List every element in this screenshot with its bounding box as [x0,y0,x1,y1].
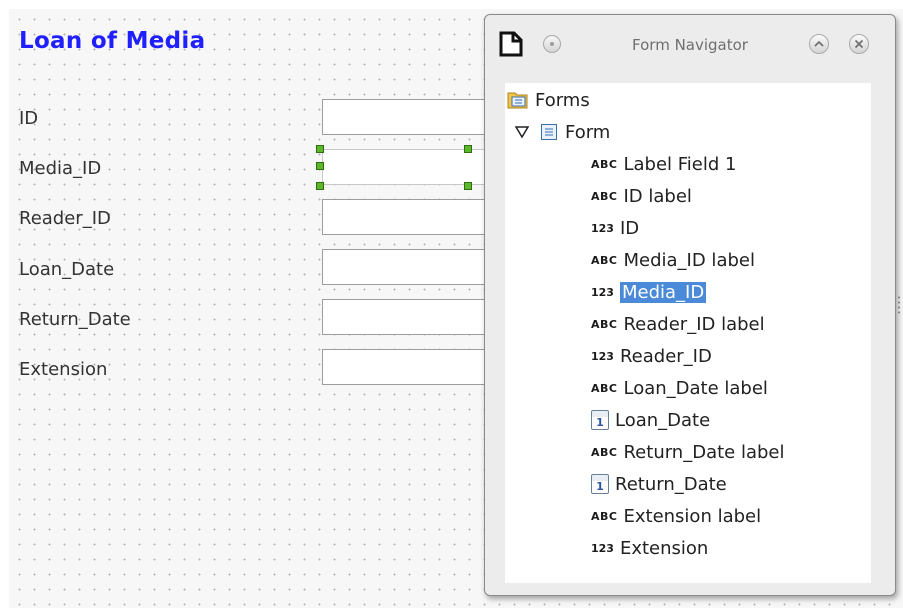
field-label-loan-date[interactable]: Loan_Date [19,259,114,280]
close-icon [854,39,864,49]
tree-item-label: Forms [535,89,590,111]
media-id-input[interactable] [322,149,492,185]
date-field-icon: 1 [591,410,609,430]
tree-item-label: Media_ID label [623,249,755,271]
tree-item-control[interactable]: ABC Reader_ID label [591,309,765,339]
label-icon: ABC [591,189,618,203]
tree-item-control[interactable]: ABC ID label [591,181,692,211]
tree-item-label: Media_ID [619,281,707,303]
label-icon: ABC [591,381,618,395]
selection-handle[interactable] [316,162,324,170]
tree-item-forms[interactable]: Forms [507,85,590,115]
selection-handle[interactable] [316,145,324,153]
form-icon [541,124,557,140]
tree-item-control[interactable]: ABC Label Field 1 [591,149,737,179]
tree-item-label: Return_Date [615,473,727,495]
navigator-titlebar[interactable]: Form Navigator [485,15,895,67]
tree-item-control[interactable]: 123 Reader_ID [591,341,712,371]
navigator-title: Form Navigator [632,36,748,54]
tree-item-control[interactable]: 123 Media_ID [591,277,707,307]
extension-input[interactable] [322,349,492,385]
tree-item-label: Reader_ID label [623,313,765,335]
tree-item-control[interactable]: ABC Media_ID label [591,245,755,275]
tree-item-control[interactable]: ABC Loan_Date label [591,373,768,403]
id-input[interactable] [322,99,492,135]
folder-icon [507,92,528,109]
reader-id-input[interactable] [322,199,492,235]
tree-item-label: Return_Date label [623,441,785,463]
numeric-field-icon: 123 [591,285,614,299]
date-field-icon: 1 [591,474,609,494]
tree-item-form[interactable]: Form [515,117,610,147]
selection-handle[interactable] [464,145,472,153]
label-icon: ABC [591,157,618,171]
tree-item-label: Form [565,121,611,143]
numeric-field-icon: 123 [591,221,614,235]
tree-item-label: Reader_ID [619,345,712,367]
field-label-return-date[interactable]: Return_Date [19,309,131,330]
field-label-media-id[interactable]: Media_ID [19,158,101,179]
close-button[interactable] [849,34,869,54]
label-icon: ABC [591,445,618,459]
selection-handle[interactable] [316,182,324,190]
tree-item-label: Loan_Date label [623,377,768,399]
selection-handle[interactable] [464,182,472,190]
tree-item-control[interactable]: 1 Loan_Date [591,405,710,435]
tree-item-control[interactable]: 1 Return_Date [591,469,727,499]
chevron-up-icon [814,40,824,47]
label-icon: ABC [591,253,618,267]
navigator-tree-panel[interactable]: Forms Form ABC Label Field 1 ABC ID label 12… [505,83,871,583]
field-label-reader-id[interactable]: Reader_ID [19,208,111,229]
tree-item-label: Extension label [623,505,762,527]
form-title-label[interactable]: Loan of Media [19,28,205,54]
tree-item-label: Extension [619,537,709,559]
tree-item-control[interactable]: ABC Extension label [591,501,761,531]
form-navigator-window: Form Navigator Forms Form ABC Label Fiel… [484,14,896,596]
label-icon: ABC [591,317,618,331]
maximize-button[interactable] [809,34,829,54]
loan-date-input[interactable] [322,249,492,285]
field-label-id[interactable]: ID [19,108,38,129]
tree-item-label: Label Field 1 [623,153,737,175]
field-label-extension[interactable]: Extension [19,359,107,380]
tree-item-control[interactable]: 123 ID [591,213,639,243]
label-icon: ABC [591,509,618,523]
tree-item-control[interactable]: 123 Extension [591,533,708,563]
return-date-input[interactable] [322,299,492,335]
tree-item-label: ID [619,217,640,239]
expand-triangle-icon[interactable] [515,126,529,138]
numeric-field-icon: 123 [591,541,614,555]
numeric-field-icon: 123 [591,349,614,363]
tree-item-label: Loan_Date [615,409,711,431]
tree-item-label: ID label [623,185,692,207]
tree-item-control[interactable]: ABC Return_Date label [591,437,785,467]
resize-grip [898,295,900,315]
